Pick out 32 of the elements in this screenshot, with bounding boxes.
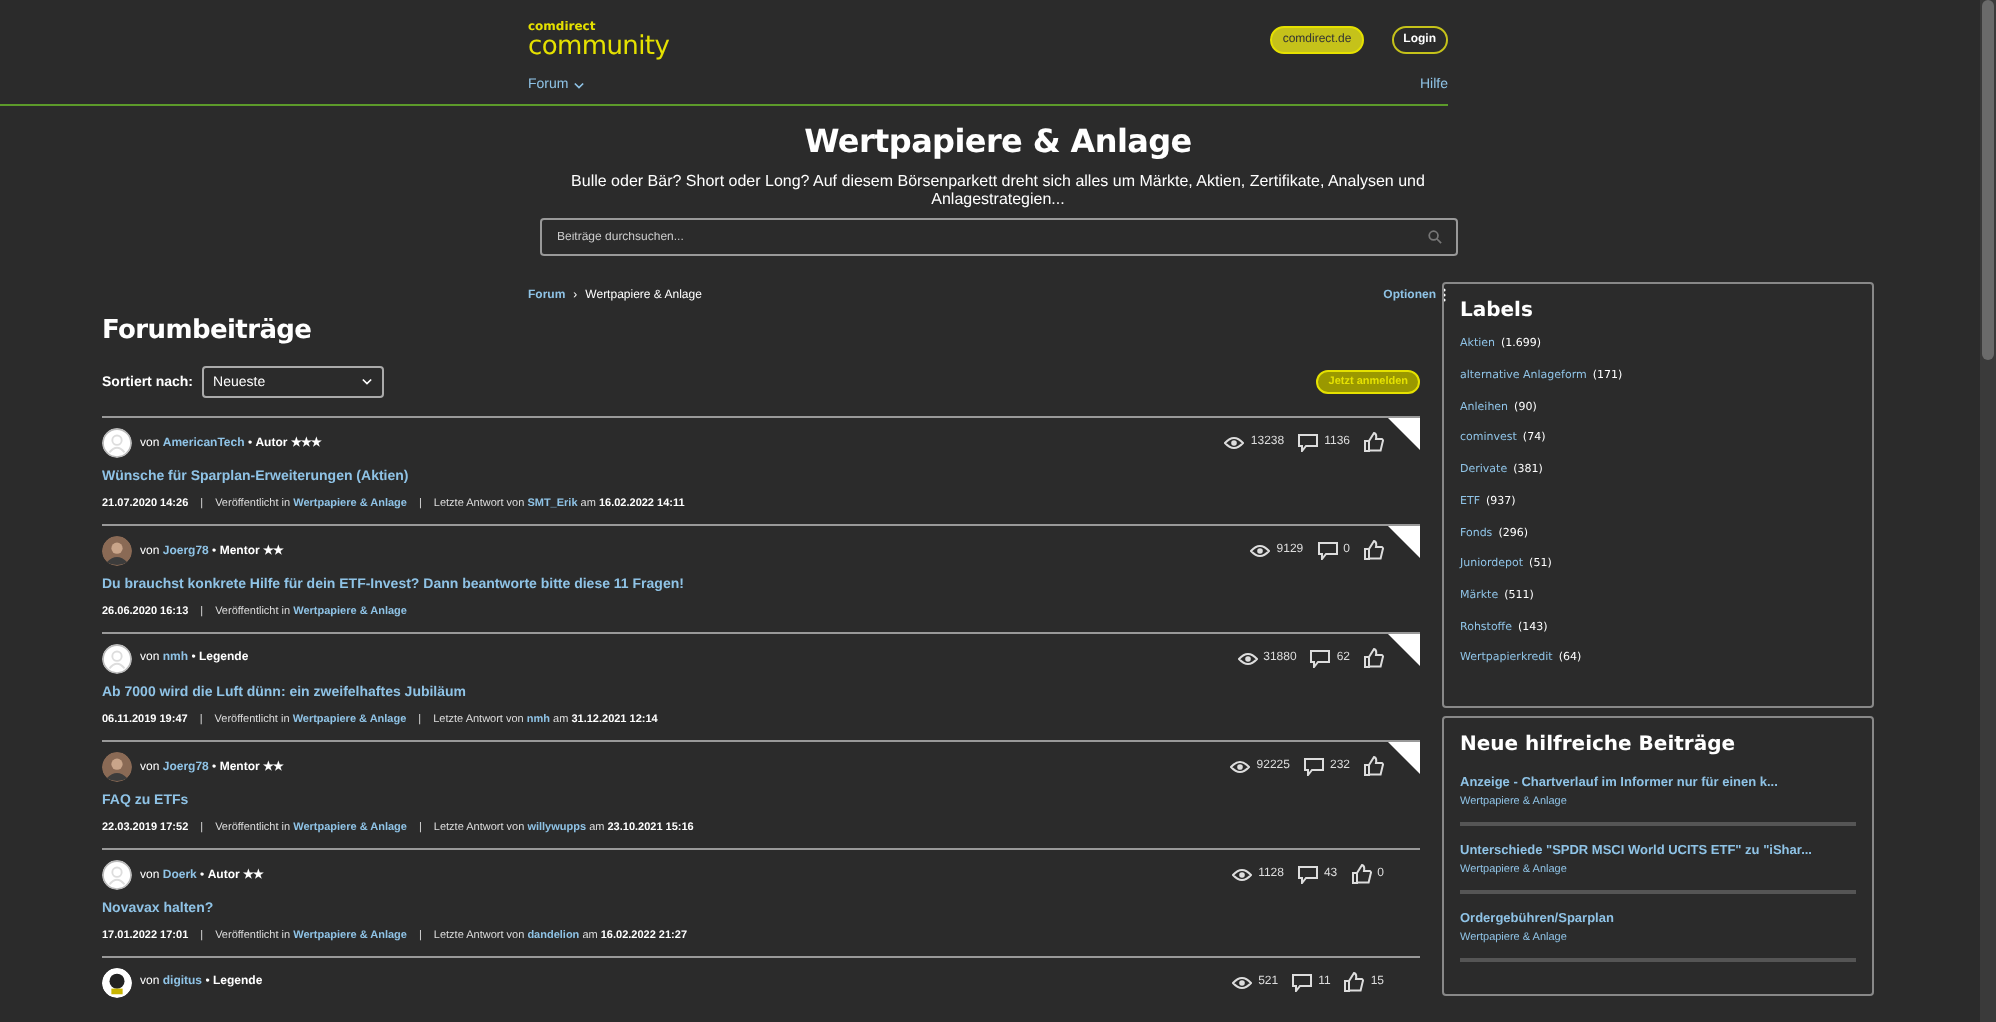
- thumbs-up-icon[interactable]: [1364, 540, 1384, 561]
- avatar[interactable]: [102, 967, 132, 998]
- panel-title: Neue hilfreiche Beiträge: [1460, 734, 1738, 757]
- comment-icon: [1303, 757, 1324, 776]
- comment-icon: [1298, 433, 1319, 452]
- search-icon[interactable]: [1427, 230, 1441, 245]
- comment-icon: [1317, 541, 1338, 560]
- comment-icon: [1297, 865, 1318, 884]
- avatar[interactable]: [102, 643, 132, 674]
- comment-icon: [1292, 973, 1313, 992]
- page-title: Wertpapiere & Anlage: [804, 122, 1192, 160]
- thumbs-up-icon[interactable]: [1364, 432, 1384, 453]
- section-title: Forumbeiträge: [102, 316, 314, 347]
- thumbs-up-icon[interactable]: [1351, 864, 1372, 885]
- comment-icon: [1310, 649, 1331, 668]
- eye-icon: [1232, 867, 1253, 882]
- panel-title: Labels: [1460, 300, 1535, 323]
- chevron-down-icon[interactable]: [574, 81, 585, 89]
- eye-icon: [1237, 651, 1258, 666]
- board-description: Bulle oder Bär? Short oder Long? Auf diesem Börsenparkett dreht sich alles um Märkte, Aktien, Zertifikate, Analysen und Anlagestrategien...: [569, 172, 1427, 209]
- avatar[interactable]: [102, 535, 132, 566]
- thumbs-up-icon[interactable]: [1364, 756, 1384, 777]
- eye-icon: [1250, 543, 1271, 558]
- avatar[interactable]: [102, 751, 132, 782]
- eye-icon: [1224, 435, 1245, 450]
- thumbs-up-icon[interactable]: [1364, 648, 1384, 669]
- scrollbar[interactable]: [1980, 0, 1996, 1022]
- avatar[interactable]: [102, 859, 132, 890]
- eye-icon: [1230, 759, 1251, 774]
- avatar[interactable]: [102, 427, 132, 458]
- eye-icon: [1232, 975, 1253, 990]
- thumbs-up-icon[interactable]: [1344, 972, 1365, 993]
